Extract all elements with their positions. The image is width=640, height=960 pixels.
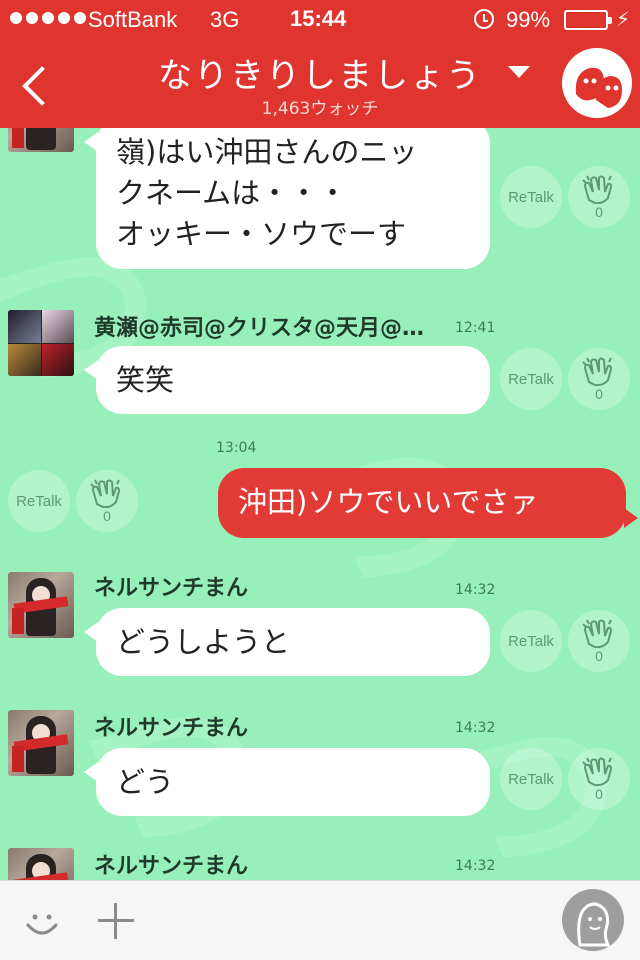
retalk-button[interactable]: ReTalk — [500, 348, 562, 410]
message-line: オッキー・ソウでーす — [116, 217, 407, 251]
message-time: 14:32 — [455, 858, 496, 874]
room-title[interactable]: なりきりしましょう — [150, 48, 490, 97]
watch-count: 1,463ウォッチ — [261, 99, 379, 119]
sender-name: ネルサンチまん — [94, 716, 249, 741]
charging-bolt-icon: ⚡ — [616, 7, 631, 31]
clap-icon — [582, 357, 613, 386]
back-button[interactable] — [14, 60, 58, 108]
clap-button[interactable]: 0 — [568, 348, 630, 410]
avatar[interactable] — [8, 128, 74, 152]
retalk-button[interactable]: ReTalk — [500, 748, 562, 810]
chat-timeline[interactable]: つ つ つ つ 嶺)はい沖田さんのニッ クネームは・・・ オッキー・ソウでーす … — [0, 128, 640, 880]
message-time: 14:32 — [455, 720, 496, 736]
clap-button[interactable]: 0 — [568, 610, 630, 672]
retalk-button[interactable]: ReTalk — [8, 470, 70, 532]
emoji-button[interactable] — [22, 903, 62, 943]
input-toolbar — [0, 880, 640, 960]
signal-dots-icon — [10, 12, 86, 24]
clap-icon — [582, 619, 613, 648]
message-text: 笑笑 — [116, 363, 175, 397]
message-text: どうしようと — [116, 625, 291, 659]
smiley-icon — [26, 914, 58, 935]
header-bar: なりきりしましょう 1,463ウォッチ — [0, 40, 640, 128]
retalk-button[interactable]: ReTalk — [500, 610, 562, 672]
avatar[interactable] — [8, 572, 74, 638]
clap-button[interactable]: 0 — [76, 470, 138, 532]
avatar[interactable] — [8, 310, 74, 376]
message-time: 14:32 — [455, 582, 496, 598]
message-time: 13:04 — [216, 440, 257, 456]
clap-count: 0 — [595, 204, 603, 220]
message-time: 12:41 — [455, 320, 496, 336]
group-avatar-button[interactable] — [562, 48, 632, 118]
carrier-name: SoftBank — [88, 7, 178, 32]
clap-count: 0 — [595, 386, 603, 402]
clap-icon — [90, 479, 121, 508]
caret-down-icon[interactable] — [508, 66, 530, 78]
clap-count: 0 — [595, 648, 603, 664]
battery-icon — [564, 10, 612, 30]
clap-count: 0 — [595, 786, 603, 802]
retalk-button[interactable]: ReTalk — [500, 166, 562, 228]
add-button[interactable] — [96, 901, 136, 941]
mascot-button[interactable] — [562, 889, 624, 951]
message-bubble[interactable]: 嶺)はい沖田さんのニッ クネームは・・・ オッキー・ソウでーす — [84, 128, 490, 269]
group-avatar-icon — [575, 67, 622, 108]
sender-name: ネルサンチまん — [94, 576, 249, 601]
status-bar: SoftBank 3G 15:44 99% ⚡ — [0, 0, 640, 40]
message-line: 嶺)はい沖田さんのニッ — [116, 135, 418, 169]
battery-percent: 99% — [506, 7, 551, 32]
message-bubble[interactable]: どう — [84, 748, 490, 816]
clap-icon — [582, 757, 613, 786]
mascot-icon — [577, 902, 611, 947]
avatar[interactable] — [8, 710, 74, 776]
clap-button[interactable]: 0 — [568, 748, 630, 810]
sender-name: 黄瀬@赤司@クリスタ@天月@… — [94, 316, 425, 341]
alarm-icon — [474, 9, 494, 29]
message-bubble[interactable]: 笑笑 — [84, 346, 490, 414]
sender-name: ネルサンチまん — [94, 854, 249, 879]
clap-count: 0 — [103, 508, 111, 524]
message-line: クネームは・・・ — [116, 176, 348, 210]
message-bubble[interactable]: 沖田)ソウでいいでさァ — [218, 468, 638, 538]
message-bubble[interactable]: どうしようと — [84, 608, 490, 676]
message-text: どう — [116, 765, 175, 799]
clap-button[interactable]: 0 — [568, 166, 630, 228]
network-type: 3G — [210, 7, 240, 32]
status-time: 15:44 — [290, 6, 347, 31]
clap-icon — [582, 175, 613, 204]
avatar[interactable] — [8, 848, 74, 880]
message-text: 沖田)ソウでいいでさァ — [238, 485, 539, 519]
